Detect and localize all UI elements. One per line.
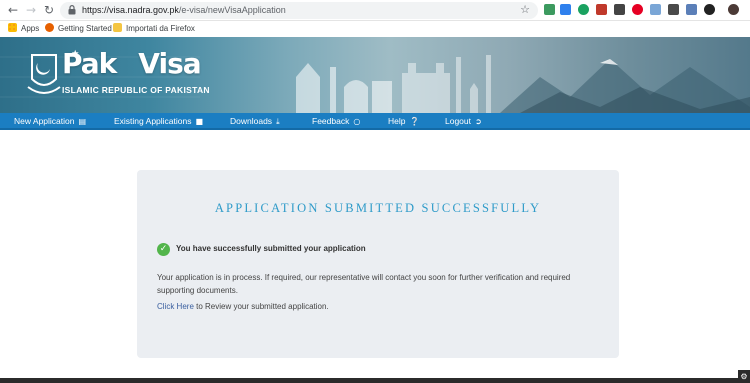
address-bar[interactable]: https://visa.nadra.gov.pk/e-visa/newVisa… (60, 2, 538, 19)
nav-existing-applications[interactable]: Existing Applications ■ (114, 113, 203, 130)
nav-label: Existing Applications (114, 116, 192, 126)
site-banner: Pak Visa ISLAMIC REPUBLIC OF PAKISTAN (0, 37, 750, 113)
dropbox-icon[interactable] (560, 4, 571, 15)
success-check-icon: ✓ (157, 243, 170, 256)
download-icon: ⤓ (276, 117, 280, 126)
bookmark-getting-started[interactable]: Getting Started (45, 23, 112, 35)
firefox-icon (45, 23, 54, 32)
nav-label: Downloads (230, 116, 273, 126)
settings-icon[interactable]: ⚙ (738, 370, 750, 383)
logo-right: Visa (138, 47, 201, 80)
bookmark-apps[interactable]: Apps (8, 23, 39, 35)
apps-grid-icon (8, 23, 17, 32)
logout-icon: ➲ (475, 117, 482, 126)
browser-toolbar: ← → ↻ https://visa.nadra.gov.pk/e-visa/n… (0, 0, 750, 21)
page-title: APPLICATION SUBMITTED SUCCESSFULLY (214, 201, 542, 215)
grammarly-icon[interactable] (578, 4, 589, 15)
success-message: You have successfully submitted your app… (176, 244, 366, 253)
profile-avatar[interactable] (728, 4, 739, 15)
url-text: https://visa.nadra.gov.pk/e-visa/newVisa… (82, 4, 286, 17)
nav-label: Logout (445, 116, 471, 126)
url-host: https://visa.nadra.gov.pk (82, 5, 179, 15)
bookmark-label: Importati da Firefox (126, 24, 195, 33)
nav-label: New Application (14, 116, 75, 126)
nav-label: Feedback (312, 116, 350, 126)
click-here-link[interactable]: Click Here (157, 302, 194, 311)
forward-icon[interactable]: → (24, 3, 38, 17)
main-navigation: New Application ▤ Existing Applications ■ … (0, 113, 750, 130)
nav-downloads[interactable]: Downloads ⤓ (230, 113, 280, 130)
buffer-icon[interactable] (614, 4, 625, 15)
review-line: Click Here to Review your submitted appl… (157, 302, 329, 311)
link-icon[interactable] (686, 4, 697, 15)
bookmarks-bar: Apps Getting Started Importati da Firefo… (0, 21, 750, 37)
help-icon: ❔ (409, 117, 420, 126)
bookmark-label: Apps (21, 24, 40, 33)
extension-icon[interactable] (596, 4, 607, 15)
review-suffix: to Review your submitted application. (193, 302, 329, 311)
logo-subtitle: ISLAMIC REPUBLIC OF PAKISTAN (62, 85, 210, 95)
site-logo[interactable]: Pak Visa (62, 47, 202, 80)
info-text: Your application is in process. If requi… (157, 273, 571, 295)
nav-feedback[interactable]: Feedback ○ (312, 113, 360, 130)
bookmark-label: Getting Started (58, 24, 112, 33)
url-path: /e-visa/newVisaApplication (178, 5, 286, 15)
extension-icon[interactable] (668, 4, 679, 15)
extension-icon[interactable] (650, 4, 661, 15)
document-icon: ▤ (78, 117, 87, 126)
lock-icon (68, 5, 76, 15)
nav-label: Help (388, 116, 406, 126)
pinterest-icon[interactable] (632, 4, 643, 15)
extension-icon[interactable] (544, 4, 555, 15)
bookmark-folder-firefox[interactable]: Importati da Firefox (113, 23, 195, 35)
back-icon[interactable]: ← (6, 3, 20, 17)
nav-logout[interactable]: Logout ➲ (445, 113, 482, 130)
folder-icon (113, 23, 122, 32)
nav-new-application[interactable]: New Application ▤ (14, 113, 86, 130)
briefcase-icon: ■ (195, 117, 204, 126)
bookmark-star-icon[interactable]: ☆ (520, 3, 530, 16)
chat-icon: ○ (353, 117, 361, 126)
reload-icon[interactable]: ↻ (42, 3, 56, 17)
emblem-icon (27, 54, 61, 94)
bottom-bar (0, 378, 750, 383)
extension-icon[interactable] (704, 4, 715, 15)
confirmation-panel: APPLICATION SUBMITTED SUCCESSFULLY ✓ You… (137, 170, 619, 358)
nav-help[interactable]: Help ❔ (388, 113, 419, 130)
